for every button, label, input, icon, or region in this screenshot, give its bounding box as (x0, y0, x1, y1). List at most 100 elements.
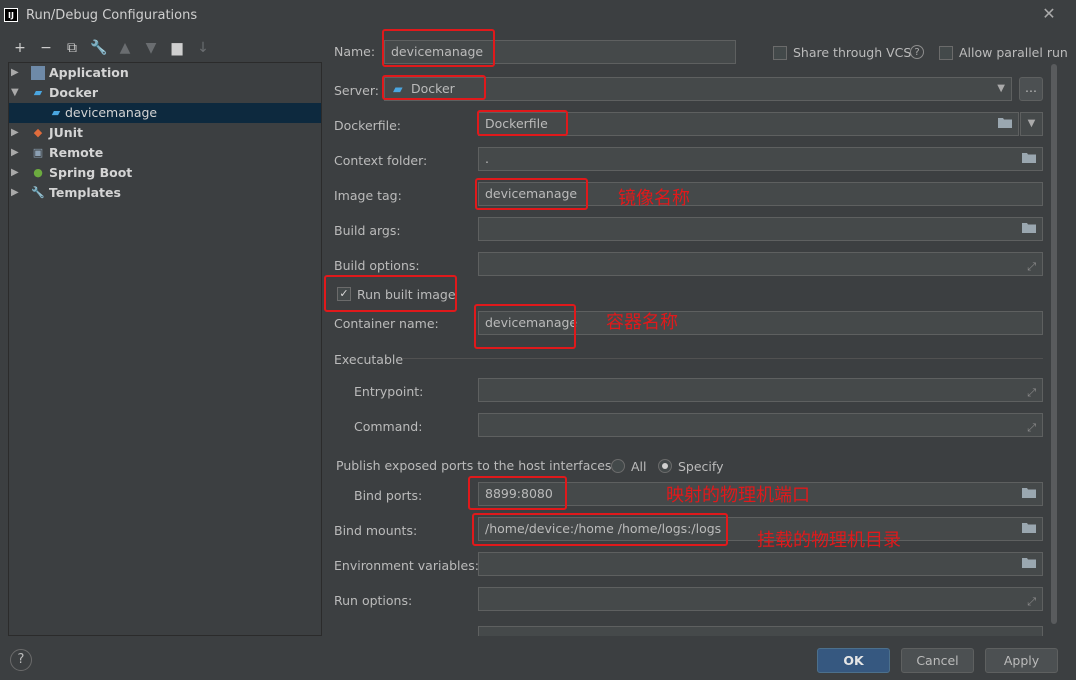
help-button[interactable]: ? (10, 649, 32, 671)
expand-icon[interactable]: ⤢ (1027, 417, 1036, 439)
application-icon (31, 66, 45, 80)
window-title: Run/Debug Configurations (26, 8, 198, 23)
section-divider (402, 358, 1043, 359)
highlight-box (382, 29, 495, 67)
close-icon[interactable]: ✕ (1040, 5, 1058, 23)
tree-item-label: devicemanage (65, 105, 158, 120)
context-folder-value: . (485, 151, 489, 166)
apply-button[interactable]: Apply (985, 648, 1058, 673)
tree-item-label: Spring Boot (49, 165, 133, 180)
annotation-mount-dir: 挂载的物理机目录 (757, 530, 901, 551)
move-down-icon[interactable]: ▼ (143, 40, 159, 56)
expand-arrow-icon[interactable]: ▶ (11, 183, 23, 203)
expand-icon[interactable]: ⤢ (1027, 591, 1036, 613)
name-label: Name: (334, 44, 376, 59)
radio-all[interactable] (611, 459, 625, 473)
tree-item-label: Docker (49, 85, 98, 100)
folder-icon[interactable] (998, 117, 1012, 128)
entrypoint-field[interactable]: ⤢ (478, 378, 1043, 402)
tree-item-devicemanage[interactable]: ▰ devicemanage (9, 103, 321, 123)
run-options-field[interactable]: ⤢ (478, 587, 1043, 611)
new-folder-icon[interactable]: ▆ (169, 40, 185, 56)
dockerfile-label: Dockerfile: (334, 118, 402, 133)
tree-item-junit[interactable]: ▶ ◆ JUnit (9, 123, 321, 143)
configuration-tree[interactable]: ▶ Application ▼ ▰ Docker ▰ devicemanage … (8, 62, 322, 636)
scrollbar[interactable] (1050, 62, 1058, 636)
expand-icon[interactable]: ⤢ (1027, 256, 1036, 278)
context-folder-label: Context folder: (334, 153, 428, 168)
tree-item-docker[interactable]: ▼ ▰ Docker (9, 83, 321, 103)
copy-icon[interactable]: ⧉ (64, 40, 80, 56)
radio-all-label: All (631, 459, 647, 474)
annotation-image-name: 镜像名称 (618, 188, 690, 209)
folder-icon[interactable] (1022, 557, 1036, 568)
command-label: Command: (354, 419, 423, 434)
tree-item-label: JUnit (49, 125, 83, 140)
clipped-row (334, 626, 1043, 636)
folder-icon[interactable] (1022, 222, 1036, 233)
folder-icon[interactable] (1022, 487, 1036, 498)
docker-icon: ▰ (33, 86, 43, 99)
tree-item-application[interactable]: ▶ Application (9, 63, 321, 83)
intellij-app-icon: IJ (4, 8, 18, 22)
chevron-down-icon[interactable]: ▼ (1020, 112, 1043, 136)
tree-item-spring-boot[interactable]: ▶ ● Spring Boot (9, 163, 321, 183)
add-icon[interactable]: + (12, 40, 28, 56)
folder-icon[interactable] (1022, 152, 1036, 163)
highlight-box (474, 304, 576, 349)
remove-icon[interactable]: − (38, 40, 54, 56)
chevron-down-icon: ▼ (997, 83, 1005, 94)
wrench-icon[interactable]: 🔧 (90, 40, 107, 56)
executable-section-title: Executable (334, 352, 404, 367)
junit-icon: ◆ (33, 126, 43, 139)
build-options-field[interactable]: ⤢ (478, 252, 1043, 276)
context-folder-field[interactable]: . (478, 147, 1043, 171)
build-options-label: Build options: (334, 258, 420, 273)
entrypoint-label: Entrypoint: (354, 384, 424, 399)
cancel-button[interactable]: Cancel (901, 648, 974, 673)
help-icon[interactable]: ? (910, 45, 924, 59)
expand-icon[interactable]: ⤢ (1027, 382, 1036, 404)
share-vcs-checkbox[interactable] (773, 46, 787, 60)
server-more-button[interactable]: ... (1019, 77, 1043, 101)
expand-arrow-icon[interactable]: ▶ (11, 143, 23, 163)
tree-item-remote[interactable]: ▶ ▣ Remote (9, 143, 321, 163)
expand-arrow-icon[interactable]: ▶ (11, 163, 23, 183)
remote-icon: ▣ (32, 146, 44, 159)
command-field[interactable]: ⤢ (478, 413, 1043, 437)
docker-icon: ▰ (51, 106, 61, 119)
sort-icon[interactable]: ↓ (195, 40, 211, 56)
env-variables-label: Environment variables: (334, 558, 479, 573)
folder-icon[interactable] (1022, 522, 1036, 533)
build-args-field[interactable] (478, 217, 1043, 241)
env-variables-field[interactable] (478, 552, 1043, 576)
expand-arrow-icon[interactable]: ▶ (11, 123, 23, 143)
annotation-port-mapping: 映射的物理机端口 (666, 485, 810, 506)
run-options-label: Run options: (334, 593, 413, 608)
highlight-box (382, 75, 486, 100)
bind-mounts-label: Bind mounts: (334, 523, 418, 538)
spring-boot-icon: ● (33, 166, 43, 179)
tree-item-label: Remote (49, 145, 104, 160)
publish-ports-label: Publish exposed ports to the host interf… (336, 458, 616, 473)
ok-button[interactable]: OK (817, 648, 890, 673)
image-tag-label: Image tag: (334, 188, 402, 203)
radio-specify-label: Specify (678, 459, 724, 474)
bind-ports-label: Bind ports: (354, 488, 423, 503)
highlight-box (475, 178, 588, 210)
allow-parallel-checkbox[interactable] (939, 46, 953, 60)
wrench-icon: 🔧 (31, 186, 45, 199)
server-label: Server: (334, 83, 379, 98)
scrollbar-thumb[interactable] (1051, 64, 1057, 624)
move-up-icon[interactable]: ▲ (117, 40, 133, 56)
build-args-label: Build args: (334, 223, 401, 238)
highlight-box (477, 110, 568, 136)
collapse-arrow-icon[interactable]: ▼ (11, 83, 23, 103)
radio-specify[interactable] (658, 459, 672, 473)
tree-item-templates[interactable]: ▶ 🔧 Templates (9, 183, 321, 203)
clipped-field (478, 626, 1043, 636)
tree-item-label: Application (49, 65, 129, 80)
share-vcs-label: Share through VCS (793, 45, 912, 60)
expand-arrow-icon[interactable]: ▶ (11, 63, 23, 83)
highlight-box (324, 275, 457, 312)
